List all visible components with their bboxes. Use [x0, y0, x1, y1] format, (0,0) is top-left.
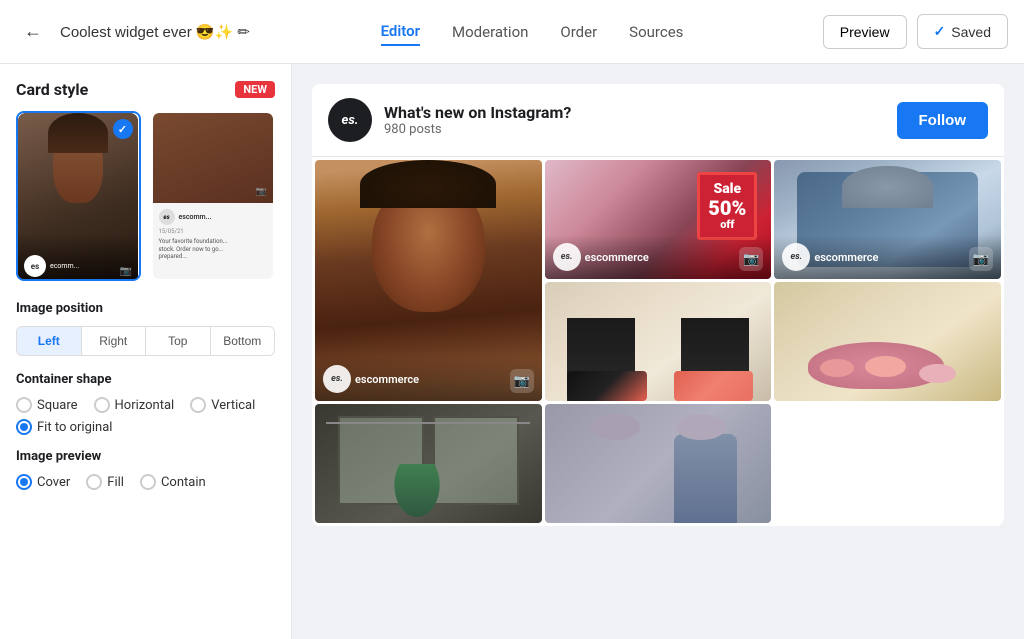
sidebar: Card style NEW es ecomm... [0, 64, 292, 639]
fashion-logo: es. [782, 243, 810, 271]
grid-item-window[interactable] [315, 404, 542, 523]
portrait-logo: es. [323, 365, 351, 393]
radio-square [16, 397, 32, 413]
grid-item-people[interactable] [545, 404, 772, 523]
position-buttons: Left Right Top Bottom [16, 326, 275, 356]
widget-info: What's new on Instagram? 980 posts [384, 103, 571, 137]
container-shape-label: Container shape [16, 372, 275, 387]
sale-text-50: 50% [708, 198, 746, 218]
topbar-right: Preview ✓ Saved [808, 14, 1008, 49]
preview-button[interactable]: Preview [823, 15, 907, 49]
radio-fill [86, 474, 102, 490]
position-right[interactable]: Right [82, 327, 147, 355]
portrait-username: escommerce [355, 373, 419, 386]
image-preview-options: Cover Fill Contain [16, 474, 275, 490]
sale-insta-icon: 📷 [739, 247, 763, 271]
sale-overlay: es. escommerce 📷 [545, 235, 772, 279]
grid-item-fashion[interactable]: es. escommerce 📷 [774, 160, 1001, 279]
card-previews: es ecomm... 📷 ✓ 📷 es [16, 111, 275, 281]
preview-cover-label: Cover [37, 475, 70, 490]
shape-fit[interactable]: Fit to original [16, 419, 112, 435]
container-shape-options: Square Horizontal Vertical [16, 397, 275, 413]
grid-item-flowers[interactable] [774, 282, 1001, 401]
back-button[interactable]: ← [16, 17, 50, 46]
new-badge: NEW [235, 81, 275, 98]
container-shape-fit: Fit to original [16, 419, 275, 435]
portrait-overlay: es. escommerce 📷 [315, 357, 542, 401]
card-preview-2[interactable]: 📷 es escomm... 15/05/21 Your favorite fo… [151, 111, 276, 281]
topbar-left: ← [16, 17, 256, 46]
radio-horizontal [94, 397, 110, 413]
fashion-overlay: es. escommerce 📷 [774, 235, 1001, 279]
shape-vertical-label: Vertical [211, 398, 255, 413]
radio-fit [16, 419, 32, 435]
shape-horizontal-label: Horizontal [115, 398, 175, 413]
grid-item-shoes[interactable] [545, 282, 772, 401]
image-preview-label: Image preview [16, 449, 275, 464]
position-top[interactable]: Top [146, 327, 211, 355]
content-area: es. What's new on Instagram? 980 posts F… [292, 64, 1024, 639]
topbar: ← Editor Moderation Order Sources Previe… [0, 0, 1024, 64]
preview-contain[interactable]: Contain [140, 474, 206, 490]
image-grid: es. escommerce 📷 Sale 50% off [312, 157, 1004, 526]
shape-square[interactable]: Square [16, 397, 78, 413]
preview-cover[interactable]: Cover [16, 474, 70, 490]
card-preview-1[interactable]: es ecomm... 📷 ✓ [16, 111, 141, 281]
sale-username: escommerce [585, 251, 649, 264]
sale-logo: es. [553, 243, 581, 271]
preview-fill[interactable]: Fill [86, 474, 124, 490]
preview-logo-1: es [24, 255, 46, 277]
widget-title: What's new on Instagram? [384, 103, 571, 122]
shape-vertical[interactable]: Vertical [190, 397, 255, 413]
widget-header-left: es. What's new on Instagram? 980 posts [328, 98, 571, 142]
shape-fit-label: Fit to original [37, 420, 112, 435]
fashion-insta-icon: 📷 [969, 247, 993, 271]
tab-moderation[interactable]: Moderation [452, 19, 528, 45]
preview-contain-label: Contain [161, 475, 206, 490]
preview-fill-label: Fill [107, 475, 124, 490]
tab-sources[interactable]: Sources [629, 19, 683, 45]
fashion-username: escommerce [814, 251, 878, 264]
card-style-title: Card style NEW [16, 80, 275, 99]
shape-square-label: Square [37, 398, 78, 413]
check-icon: ✓ [934, 23, 946, 40]
tab-order[interactable]: Order [560, 19, 597, 45]
image-position-label: Image position [16, 301, 275, 316]
position-left[interactable]: Left [17, 327, 82, 355]
shape-horizontal[interactable]: Horizontal [94, 397, 175, 413]
radio-vertical [190, 397, 206, 413]
topbar-center: Editor Moderation Order Sources [256, 18, 808, 46]
portrait-insta-icon: 📷 [510, 369, 534, 393]
follow-button[interactable]: Follow [897, 102, 989, 139]
main-layout: Card style NEW es ecomm... [0, 64, 1024, 639]
grid-item-portrait[interactable]: es. escommerce 📷 [315, 160, 542, 401]
widget-title-input[interactable] [60, 23, 259, 40]
tab-editor[interactable]: Editor [381, 18, 420, 46]
widget-logo: es. [328, 98, 372, 142]
preview-text-1: ecomm... [50, 262, 79, 270]
saved-button[interactable]: ✓ Saved [917, 14, 1008, 49]
position-bottom[interactable]: Bottom [211, 327, 275, 355]
selected-check: ✓ [113, 119, 133, 139]
card-style-label: Card style [16, 80, 88, 99]
radio-cover [16, 474, 32, 490]
radio-contain [140, 474, 156, 490]
widget-subtitle: 980 posts [384, 122, 571, 137]
saved-label: Saved [951, 24, 991, 40]
widget-header: es. What's new on Instagram? 980 posts F… [312, 84, 1004, 157]
grid-item-sale[interactable]: Sale 50% off es. escommerce 📷 [545, 160, 772, 279]
